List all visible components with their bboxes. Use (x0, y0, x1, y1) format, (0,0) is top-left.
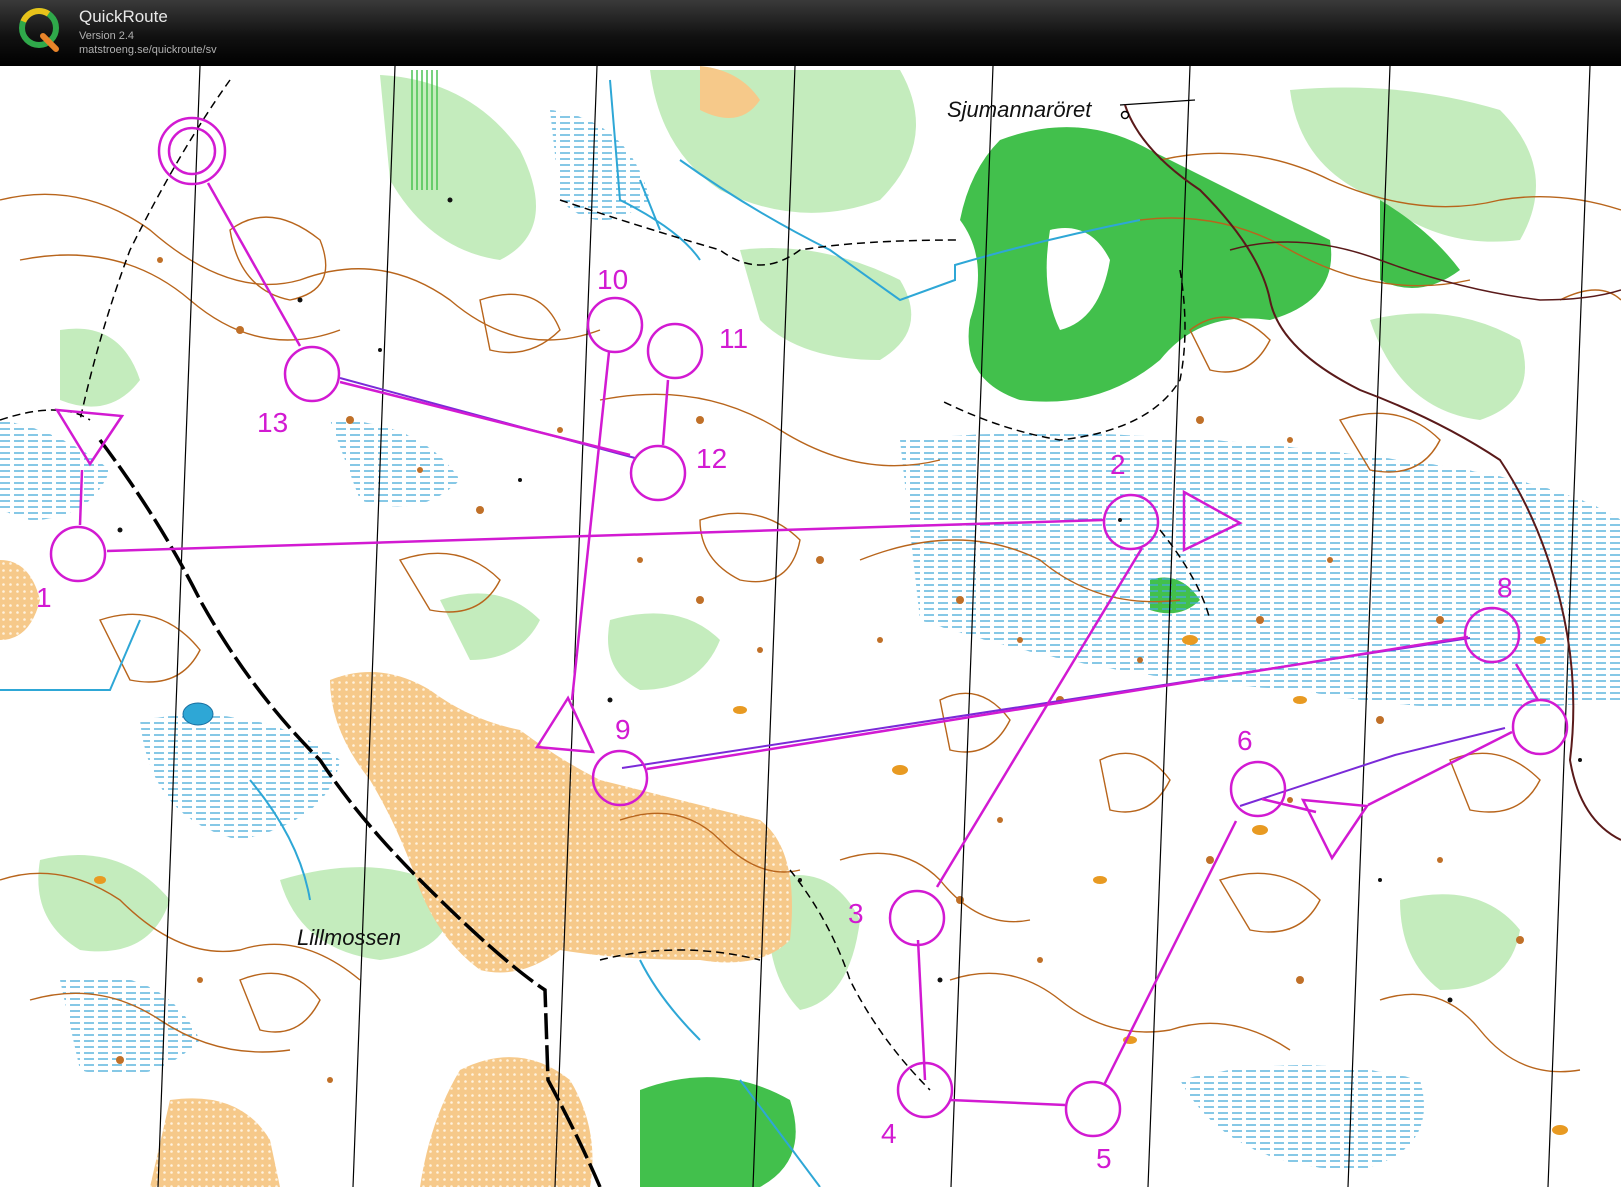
app-name: QuickRoute (79, 7, 168, 26)
quickroute-logo-icon (19, 8, 59, 52)
green-stripes (410, 70, 440, 190)
sjumannaroret-point (1120, 110, 1130, 120)
control-number-6: 6 (1237, 725, 1253, 756)
control-number-13: 13 (257, 407, 288, 438)
quickroute-window: QuickRoute Version 2.4 matstroeng.se/qui… (0, 0, 1621, 1187)
small-pond (182, 702, 214, 726)
place-name-sjumannaroret: Sjumannaröret (947, 97, 1092, 122)
control-number-5: 5 (1096, 1143, 1112, 1174)
control-number-3: 3 (848, 898, 864, 929)
map-canvas: 1 2 3 4 5 6 8 9 10 11 12 13 Sjumannaröre… (0, 66, 1621, 1187)
control-number-2: 2 (1110, 449, 1126, 480)
control-number-4: 4 (881, 1118, 897, 1149)
control-number-9: 9 (615, 714, 631, 745)
control-number-12: 12 (696, 443, 727, 474)
title-bar: QuickRoute Version 2.4 matstroeng.se/qui… (0, 0, 1621, 66)
app-version: Version 2.4 (79, 30, 135, 42)
control-number-1: 1 (36, 582, 52, 613)
orienteering-map[interactable]: 1 2 3 4 5 6 8 9 10 11 12 13 Sjumannaröre… (0, 66, 1621, 1187)
place-name-lillmossen: Lillmossen (297, 925, 401, 950)
control-number-11: 11 (719, 323, 748, 354)
app-url[interactable]: matstroeng.se/quickroute/sv (79, 44, 217, 56)
control-number-8: 8 (1497, 572, 1513, 603)
control-number-10: 10 (597, 264, 628, 295)
